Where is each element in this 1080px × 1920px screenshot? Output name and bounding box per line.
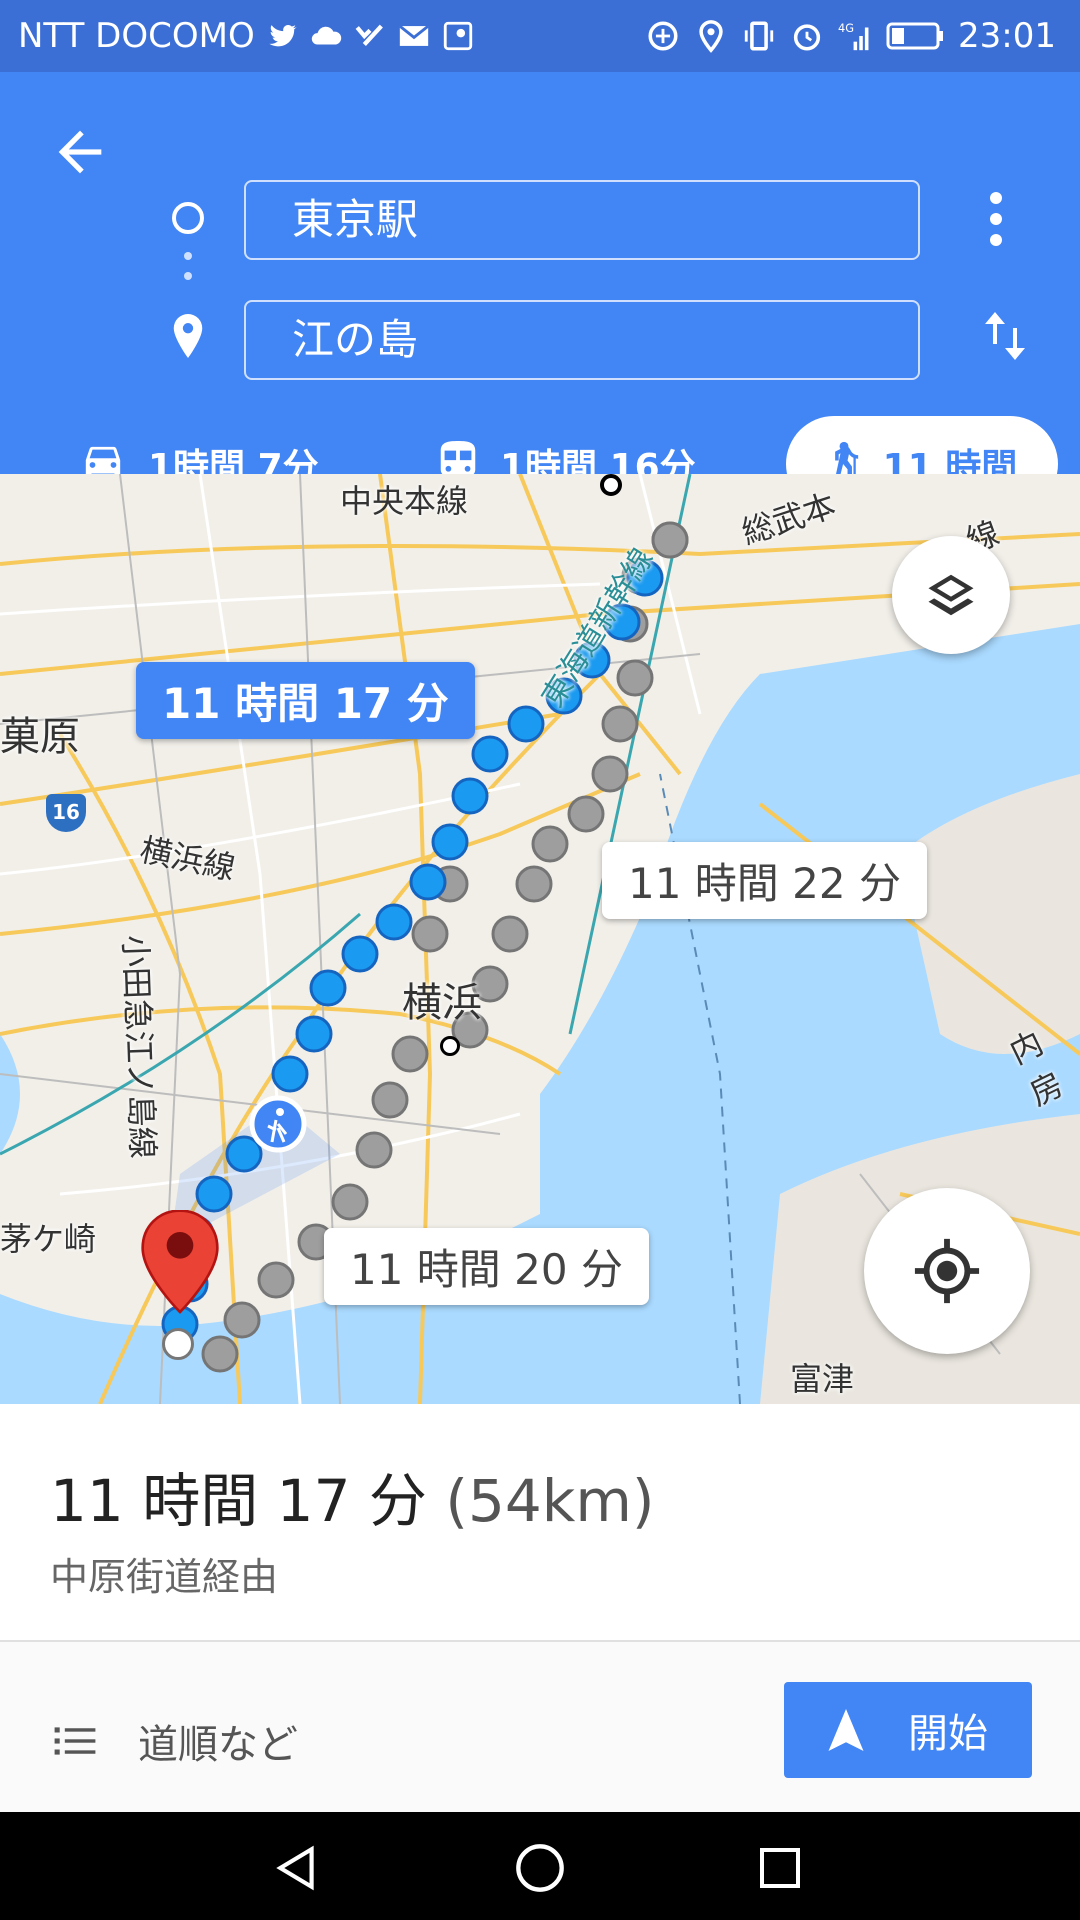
navigation-arrow-icon — [828, 1709, 864, 1751]
nav-home-icon[interactable] — [514, 1842, 566, 1894]
map-view[interactable]: 中央本線 総武本 線 東海道新幹線 菓原 横浜線 小田急江ノ島線 横浜 茅ケ崎 … — [0, 474, 1080, 1404]
destination-map-pin-icon — [141, 1210, 219, 1314]
swap-icon[interactable] — [980, 308, 1030, 364]
route-via: 中原街道経由 — [50, 1555, 279, 1599]
cloud-icon — [311, 26, 341, 45]
destination-pin-icon — [173, 314, 203, 358]
directions-header: 東京駅 江の島 1時間 7分 1時間 16分 11 時間 — [0, 72, 1080, 512]
signal-icon: 4G — [838, 21, 869, 51]
twitter-icon — [268, 24, 297, 47]
data-saver-icon — [648, 21, 678, 51]
steps-label: 道順など — [138, 1722, 298, 1768]
battery-icon — [886, 22, 944, 50]
more-options-icon[interactable] — [990, 192, 1002, 255]
start-label: 開始 — [908, 1711, 988, 1757]
route-connector — [184, 252, 192, 292]
origin-map-dot — [162, 1328, 194, 1360]
duration-text: 11 時間 17 分 — [50, 1467, 427, 1535]
origin-input[interactable]: 東京駅 — [244, 180, 920, 260]
route-time-alt-2[interactable]: 11 時間 20 分 — [324, 1228, 649, 1305]
my-location-button[interactable] — [864, 1188, 1030, 1354]
map-label-futtsu: 富津 — [790, 1360, 855, 1398]
map-label-chuo-line: 中央本線 — [340, 482, 469, 520]
nav-recents-icon[interactable] — [756, 1844, 804, 1892]
maps-app-icon — [443, 21, 472, 51]
system-nav-bar — [0, 1812, 1080, 1920]
layers-button[interactable] — [892, 536, 1010, 654]
task-icon — [355, 24, 383, 46]
map-station-dot — [440, 1036, 460, 1056]
list-icon — [54, 1727, 96, 1755]
route-time-alt-1[interactable]: 11 時間 22 分 — [602, 842, 927, 919]
origin-marker-icon — [172, 202, 204, 234]
route-time-selected[interactable]: 11 時間 17 分 — [136, 662, 475, 739]
layers-icon — [928, 574, 974, 616]
back-arrow-icon[interactable] — [48, 120, 112, 184]
alarm-icon — [793, 24, 821, 51]
map-station-dot — [600, 474, 622, 496]
nav-back-icon[interactable] — [272, 1842, 322, 1894]
map-label-odakyu-line: 小田急江ノ島線 — [116, 934, 162, 1160]
crosshair-icon — [914, 1238, 980, 1304]
status-bar: NTT DOCOMO 4G 23:01 — [0, 0, 1080, 72]
steps-button[interactable]: 道順など — [54, 1712, 298, 1770]
summary-duration: 11 時間 17 分 (54km) — [50, 1454, 655, 1538]
distance-text: (54km) — [445, 1467, 655, 1535]
vibrate-icon — [744, 21, 774, 51]
action-bar: 道順など 開始 — [0, 1640, 1080, 1814]
carrier-label: NTT DOCOMO — [18, 16, 255, 56]
map-label-kuhara: 菓原 — [0, 714, 80, 760]
route-summary[interactable]: 11 時間 17 分 (54km) 中原街道経由 — [0, 1404, 1080, 1640]
location-icon — [699, 20, 723, 53]
mail-icon — [398, 24, 429, 46]
clock: 23:01 — [958, 16, 1056, 56]
network-type: 4G — [838, 21, 854, 35]
map-label-yokohama: 横浜 — [402, 980, 482, 1026]
map-label-chigasaki: 茅ケ崎 — [0, 1220, 97, 1258]
destination-input[interactable]: 江の島 — [244, 300, 920, 380]
start-navigation-button[interactable]: 開始 — [784, 1682, 1032, 1778]
